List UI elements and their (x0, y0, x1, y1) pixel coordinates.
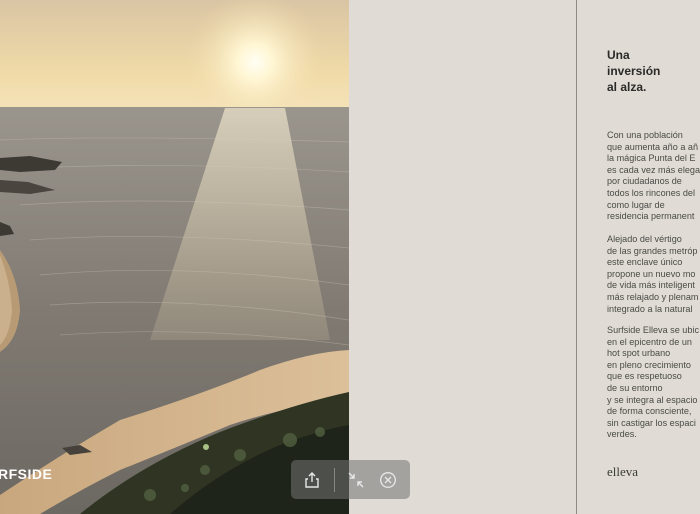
coastline-photo: RFSIDE (0, 0, 349, 514)
elleva-logo: elleva (607, 464, 639, 479)
share-icon (305, 472, 319, 488)
toolbar-separator (334, 468, 335, 492)
blank-page-panel (349, 0, 576, 514)
share-button[interactable] (300, 468, 324, 492)
surfside-brand-text: RFSIDE (0, 466, 53, 482)
article-headline: Una inversión al alza. (607, 48, 661, 94)
viewer-toolbar (291, 460, 410, 499)
paragraph-enclave: Alejado del vértigo de las grandes metró… (607, 234, 699, 314)
collapse-arrows-icon (348, 472, 364, 488)
paragraph-location: Surfside Elleva se ubic en el epicentro … (607, 325, 699, 440)
article-panel: Una inversión al alza. Con una población… (577, 0, 700, 514)
close-button[interactable] (376, 468, 400, 492)
close-circle-icon (380, 472, 396, 488)
paragraph-population: Con una población que aumenta año a añ l… (607, 130, 700, 222)
collapse-button[interactable] (344, 468, 368, 492)
